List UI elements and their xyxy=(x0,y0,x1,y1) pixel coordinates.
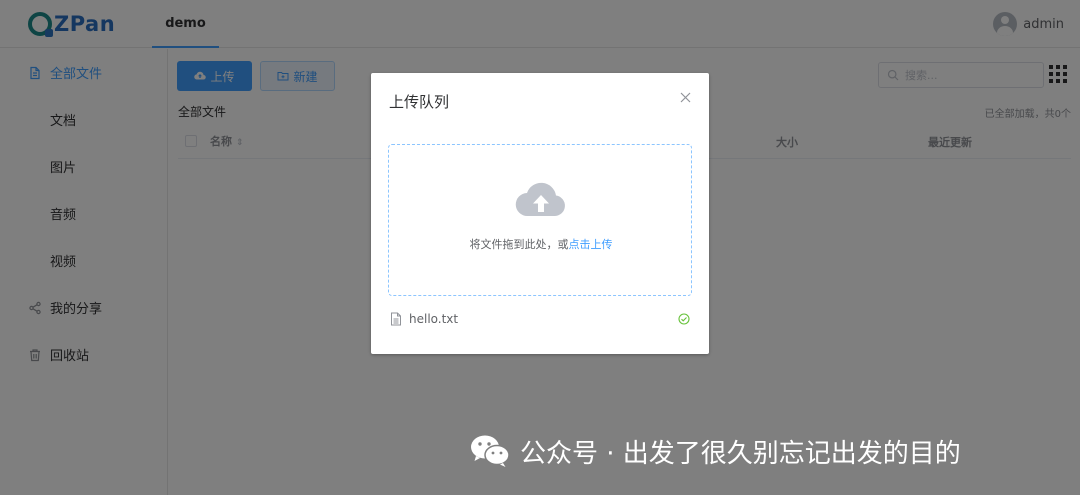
dropzone-text: 将文件拖到此处，或点击上传 xyxy=(389,236,693,252)
file-icon xyxy=(390,312,402,326)
close-icon[interactable] xyxy=(678,90,692,104)
dialog-title: 上传队列 xyxy=(389,93,450,111)
file-name: hello.txt xyxy=(409,312,459,326)
wechat-watermark: 公众号 · 出发了很久别忘记出发的目的 xyxy=(468,431,961,471)
click-upload-link[interactable]: 点击上传 xyxy=(569,238,613,251)
upload-queue-dialog: 上传队列 将文件拖到此处，或点击上传 hello.txt xyxy=(371,73,709,354)
dropzone-hint: 将文件拖到此处，或 xyxy=(469,238,569,251)
cloud-upload-icon xyxy=(515,180,567,220)
watermark-text: 公众号 · 出发了很久别忘记出发的目的 xyxy=(520,438,961,469)
wechat-icon xyxy=(468,433,512,469)
upload-file-item: hello.txt xyxy=(390,309,690,329)
upload-dropzone[interactable]: 将文件拖到此处，或点击上传 xyxy=(388,144,692,296)
check-circle-icon xyxy=(678,313,690,325)
